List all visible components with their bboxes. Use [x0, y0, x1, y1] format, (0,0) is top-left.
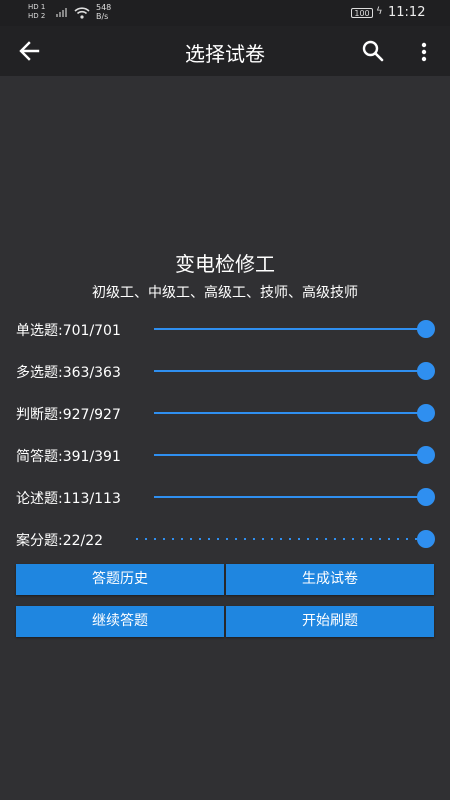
sim1-label: HD 1 [28, 3, 46, 11]
question-type-label-single-choice: 单选题:701/701 [16, 323, 121, 339]
slider-thumb[interactable] [417, 488, 435, 506]
generate-paper-button[interactable]: 生成试卷 [226, 564, 434, 595]
slider-thumb[interactable] [417, 530, 435, 548]
start-practice-button[interactable]: 开始刷题 [226, 606, 434, 637]
wifi-icon [74, 7, 90, 19]
multiple-choice-slider[interactable] [154, 360, 435, 382]
status-bar: HD 1 HD 2 548 B/s 100 ϟ 11:12 [0, 0, 450, 26]
more-vertical-icon[interactable] [412, 39, 436, 65]
network-speed: 548 B/s [96, 3, 111, 21]
case-analysis-slider[interactable] [136, 528, 435, 550]
sim-indicators: HD 1 HD 2 [28, 3, 45, 21]
clock: 11:12 [388, 5, 426, 20]
slider-thumb[interactable] [417, 404, 435, 422]
subject-title: 变电检修工 [175, 252, 275, 276]
slider-thumb[interactable] [417, 362, 435, 380]
slider-thumb[interactable] [417, 446, 435, 464]
continue-answering-button[interactable]: 继续答题 [16, 606, 224, 637]
charging-icon: ϟ [376, 6, 383, 17]
true-false-slider[interactable] [154, 402, 435, 424]
subject-levels: 初级工、中级工、高级工、技师、高级技师 [92, 285, 358, 301]
question-type-label-multiple-choice: 多选题:363/363 [16, 365, 121, 381]
slider-track-discrete [136, 538, 425, 540]
question-type-label-case-analysis: 案分题:22/22 [16, 533, 104, 549]
network-speed-value: 548 [96, 3, 112, 12]
essay-slider[interactable] [154, 486, 435, 508]
single-choice-slider[interactable] [154, 318, 435, 340]
slider-track [154, 328, 425, 330]
signal-icon [56, 8, 67, 17]
question-type-label-essay: 论述题:113/113 [16, 491, 121, 507]
short-answer-slider[interactable] [154, 444, 435, 466]
battery-level: 100 [354, 9, 370, 18]
slider-track [154, 454, 425, 456]
sim2-label: HD 2 [28, 12, 46, 20]
answer-history-button[interactable]: 答题历史 [16, 564, 224, 595]
slider-thumb[interactable] [417, 320, 435, 338]
network-speed-unit: B/s [96, 12, 109, 21]
battery-icon: 100 [351, 8, 373, 18]
slider-track [154, 412, 425, 414]
question-type-label-short-answer: 简答题:391/391 [16, 449, 121, 465]
slider-track [154, 496, 425, 498]
search-icon[interactable] [360, 38, 386, 64]
slider-track [154, 370, 425, 372]
app-bar: 选择试卷 [0, 26, 450, 76]
question-type-label-true-false: 判断题:927/927 [16, 407, 121, 423]
